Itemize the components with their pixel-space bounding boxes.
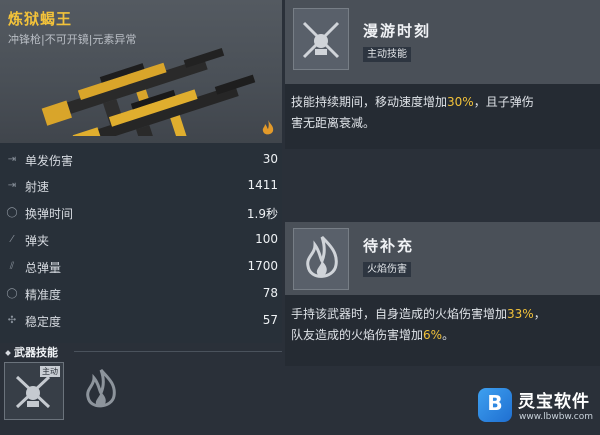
stat-row-magazine: ⁄ 弹夹 100: [0, 228, 282, 252]
watermark-logo: [478, 388, 512, 422]
skill-tag: 火焰伤害: [363, 262, 411, 277]
skill-description: 手持该武器时，自身造成的火焰伤害增加33%， 队友造成的火焰伤害增加6%。: [291, 304, 591, 346]
stat-value: 1411: [247, 178, 278, 192]
weapon-card: 炼狱蝎王 冲锋枪|不可开镜|元素异常: [0, 0, 282, 143]
skill-description: 技能持续期间，移动速度增加30%，且子弹伤 害无距离衰减。: [291, 92, 591, 134]
accuracy-icon: ◯: [6, 288, 18, 299]
panel-gap: [285, 149, 600, 222]
desc-text: 队友造成的火焰伤害增加: [291, 328, 424, 342]
desc-text: ，且子弹伤: [473, 95, 534, 109]
skill-name: 漫游时刻: [363, 22, 432, 40]
skill-icon-box: [293, 228, 349, 290]
skill-slot-passive[interactable]: [72, 362, 132, 420]
stat-row-fire-rate: ⇥ 射速 1411: [0, 174, 282, 198]
stat-label: 弹夹: [25, 234, 50, 248]
stat-label: 总弹量: [25, 261, 62, 275]
stat-value: 1700: [247, 259, 278, 273]
desc-text: ，: [533, 307, 546, 321]
watermark-title: 灵宝软件: [518, 392, 590, 412]
damage-icon: ⇥: [7, 154, 17, 165]
reload-time-icon: ◯: [6, 207, 18, 218]
skill-panel-passive: 待补充 火焰伤害 手持该武器时，自身造成的火焰伤害增加33%， 队友造成的火焰伤…: [285, 222, 600, 366]
flame-icon: [306, 235, 338, 278]
desc-highlight: 30%: [447, 95, 474, 109]
stat-row-total-ammo: ⫽ 总弹量 1700: [0, 255, 282, 279]
skill-header-active: 漫游时刻 主动技能: [285, 0, 600, 84]
stat-value: 57: [262, 313, 278, 327]
stat-value: 78: [262, 286, 278, 300]
skill-panel-active: 漫游时刻 主动技能 技能持续期间，移动速度增加30%，且子弹伤 害无距离衰减。: [285, 0, 600, 149]
stats-panel: ⇥ 单发伤害 30 ⇥ 射速 1411 ◯ 换弹时间 1.9秒 ⁄ 弹夹 100…: [0, 143, 282, 343]
stat-row-accuracy: ◯ 精准度 78: [0, 282, 282, 306]
stat-row-reload-time: ◯ 换弹时间 1.9秒: [0, 201, 282, 225]
stat-label: 射速: [25, 180, 50, 194]
stat-row-stability: ✣ 稳定度 57: [0, 309, 282, 333]
roaming-skill-icon: [302, 21, 340, 59]
divider: [74, 351, 282, 352]
desc-highlight: 33%: [507, 307, 534, 321]
stat-row-damage: ⇥ 单发伤害 30: [0, 148, 282, 172]
desc-text: 手持该武器时，自身造成的火焰伤害增加: [291, 307, 508, 321]
stability-icon: ✣: [7, 315, 17, 326]
weapon-name: 炼狱蝎王: [8, 10, 73, 28]
fire-rate-icon: ⇥: [7, 180, 17, 191]
desc-highlight: 6%: [423, 328, 443, 342]
stat-value: 100: [255, 232, 278, 246]
watermark: 灵宝软件 www.lbwbw.com: [472, 382, 600, 432]
desc-text: 技能持续期间，移动速度增加: [291, 95, 448, 109]
skill-tag: 主动技能: [363, 47, 411, 62]
skill-slot-active[interactable]: 主动: [4, 362, 64, 420]
stat-label: 单发伤害: [25, 154, 74, 168]
active-badge: 主动: [40, 366, 60, 377]
stat-label: 精准度: [25, 288, 62, 302]
fire-element-icon: [262, 120, 274, 135]
stat-value: 1.9秒: [246, 207, 278, 221]
skill-name: 待补充: [363, 237, 415, 255]
stat-label: 稳定度: [25, 315, 62, 329]
flame-icon: [86, 369, 116, 408]
stat-label: 换弹时间: [25, 207, 74, 221]
watermark-url: www.lbwbw.com: [519, 412, 594, 422]
total-ammo-icon: ⫽: [9, 261, 15, 272]
skill-header-passive: 待补充 火焰伤害: [285, 222, 600, 295]
skill-icon-box: [293, 8, 349, 70]
desc-text: 。: [442, 328, 455, 342]
weapon-skills-header: 武器技能: [6, 344, 58, 360]
magazine-icon: ⁄: [11, 234, 13, 245]
desc-text: 害无距离衰减。: [291, 116, 376, 130]
weapon-image: [41, 47, 256, 136]
stat-value: 30: [262, 152, 278, 166]
